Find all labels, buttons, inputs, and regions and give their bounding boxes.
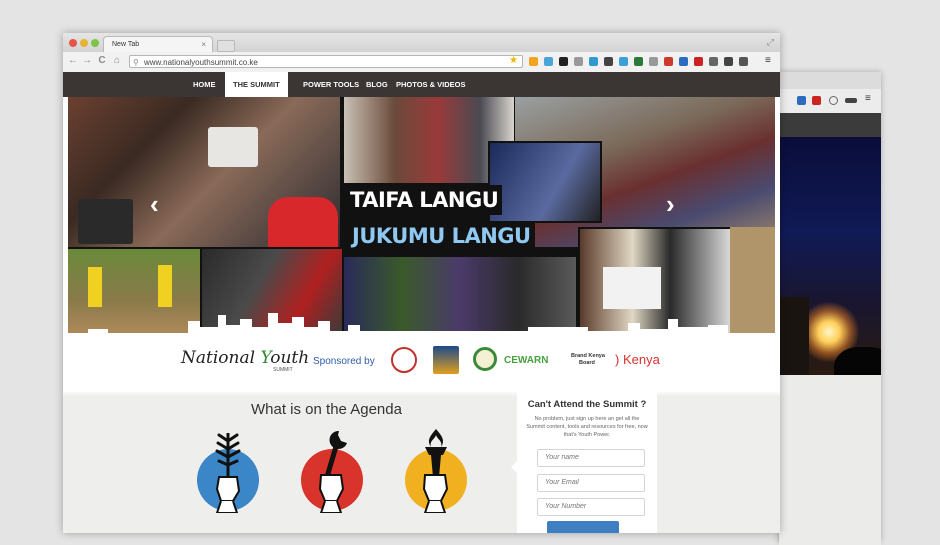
fullscreen-icon[interactable]: ⤢ <box>767 37 774 48</box>
nav-the-summit[interactable]: THE SUMMIT <box>225 72 288 97</box>
hand-olive-branch-icon <box>215 433 241 513</box>
reload-icon[interactable]: C <box>96 55 108 66</box>
hero-photo-dj <box>488 141 602 223</box>
home-icon[interactable]: ⌂ <box>111 55 123 66</box>
hand-wrench-icon <box>318 430 347 513</box>
extension-icon[interactable] <box>634 57 643 66</box>
brand-kenya-text: Brand Kenya <box>571 353 605 359</box>
extension-icon[interactable] <box>739 57 748 66</box>
agenda-title: What is on the Agenda <box>251 401 402 418</box>
back-arrow-icon[interactable]: ← <box>67 55 79 66</box>
extension-icon <box>829 96 838 105</box>
logo-text: National <box>181 348 261 368</box>
logo-text: Y <box>260 348 271 368</box>
building-silhouette <box>779 297 809 375</box>
browser-window: New Tab × ⤢ ← → C ⌂ ⚲ www.nationalyouths… <box>63 33 780 533</box>
national-youth-summit-logo[interactable]: National Youth <box>181 348 309 368</box>
bookmark-star-icon[interactable]: ★ <box>509 55 518 66</box>
hand-torch-icon <box>422 429 449 513</box>
search-icon: ⚲ <box>133 58 139 67</box>
nav-blog[interactable]: BLOG <box>366 72 388 97</box>
new-tab-button[interactable] <box>217 40 235 52</box>
submit-button[interactable] <box>547 521 619 533</box>
nav-photos-videos[interactable]: PHOTOS & VIDEOS <box>396 72 465 97</box>
number-field[interactable] <box>537 498 645 516</box>
sponsors-bar: National Youth SUMMIT Sponsored by CEWAR… <box>63 335 780 391</box>
player-figure <box>158 265 172 307</box>
hero-slogan-line1: TAIFA LANGU <box>346 185 503 215</box>
back-hero-photo <box>779 137 881 375</box>
extension-icon[interactable] <box>709 57 718 66</box>
extension-icon <box>797 96 806 105</box>
logo-text: outh <box>270 348 310 368</box>
sponsored-by-label: Sponsored by <box>313 356 375 367</box>
address-bar[interactable]: ⚲ www.nationalyouthsummit.co.ke <box>129 55 523 68</box>
close-window-button[interactable] <box>69 39 77 47</box>
titlebar: New Tab × ⤢ <box>63 33 780 52</box>
back-site-nav <box>779 113 881 137</box>
back-toolbar: ≡ <box>779 89 881 114</box>
site-nav: HOME THE SUMMIT POWER TOOLS BLOG PHOTOS … <box>63 72 780 97</box>
extension-icon <box>812 96 821 105</box>
sponsor-logo-seal[interactable] <box>473 347 497 371</box>
torn-paper-edge <box>63 391 780 396</box>
tab-close-icon[interactable]: × <box>201 37 206 53</box>
signup-title: Can't Attend the Summit ? <box>527 399 647 410</box>
extension-icon[interactable] <box>724 57 733 66</box>
signup-description: No problem, just sign up here an get all… <box>526 416 648 438</box>
tree-silhouette <box>834 347 881 375</box>
extension-icon[interactable] <box>544 57 553 66</box>
magazine-image <box>603 267 661 309</box>
logo-subtitle: SUMMIT <box>273 367 293 373</box>
red-shirt-figure <box>268 197 338 247</box>
sponsor-logo-kenya[interactable]: ) Kenya <box>615 352 660 367</box>
extension-icon[interactable] <box>589 57 598 66</box>
browser-tab[interactable]: New Tab × <box>103 36 213 52</box>
extension-icon[interactable] <box>559 57 568 66</box>
extension-icon[interactable] <box>694 57 703 66</box>
extension-icon[interactable] <box>604 57 613 66</box>
extension-icon[interactable] <box>574 57 583 66</box>
signup-panel: Can't Attend the Summit ? No problem, ju… <box>511 391 657 533</box>
extension-icon <box>845 98 857 103</box>
extension-icon[interactable] <box>529 57 538 66</box>
agenda-section: What is on the Agenda Can't Attend the S… <box>63 391 780 533</box>
forward-arrow-icon[interactable]: → <box>81 55 93 66</box>
sponsor-logo-cewarn[interactable]: CEWARN <box>504 355 548 366</box>
sponsor-logo-brand-kenya[interactable]: Brand Kenya Board <box>571 353 605 367</box>
background-browser-window: ≡ <box>778 72 881 545</box>
extension-icon[interactable] <box>619 57 628 66</box>
hero-slider[interactable]: ‹ › TAIFA LANGU JUKUMU LANGU <box>68 97 775 335</box>
back-titlebar <box>779 72 881 89</box>
extension-icon[interactable] <box>679 57 688 66</box>
sponsor-logo-emblem[interactable] <box>391 347 417 373</box>
back-lower-section <box>779 375 881 545</box>
nav-home[interactable]: HOME <box>193 72 216 97</box>
slider-prev-arrow-icon[interactable]: ‹ <box>150 189 159 220</box>
email-field[interactable] <box>537 474 645 492</box>
panel-pointer <box>511 461 517 473</box>
nav-power-tools[interactable]: POWER TOOLS <box>303 72 359 97</box>
hero-slogan-line2: JUKUMU LANGU <box>348 221 535 251</box>
menu-icon: ≡ <box>865 93 871 104</box>
brand-kenya-text: Board <box>579 360 595 366</box>
minimize-window-button[interactable] <box>80 39 88 47</box>
sponsor-logo-ministry[interactable] <box>433 346 459 374</box>
laptop-image <box>78 199 133 244</box>
extension-icon[interactable] <box>649 57 658 66</box>
url-text: www.nationalyouthsummit.co.ke <box>144 58 258 67</box>
tab-title: New Tab <box>112 41 140 48</box>
menu-icon[interactable]: ≡ <box>765 55 771 66</box>
laptop-image <box>208 127 258 167</box>
city-skyline-silhouette <box>68 313 775 335</box>
name-field[interactable] <box>537 449 645 467</box>
zoom-window-button[interactable] <box>91 39 99 47</box>
browser-toolbar: ← → C ⌂ ⚲ www.nationalyouthsummit.co.ke … <box>63 52 780 73</box>
player-figure <box>88 267 102 307</box>
extension-icon[interactable] <box>664 57 673 66</box>
slider-next-arrow-icon[interactable]: › <box>666 189 675 220</box>
